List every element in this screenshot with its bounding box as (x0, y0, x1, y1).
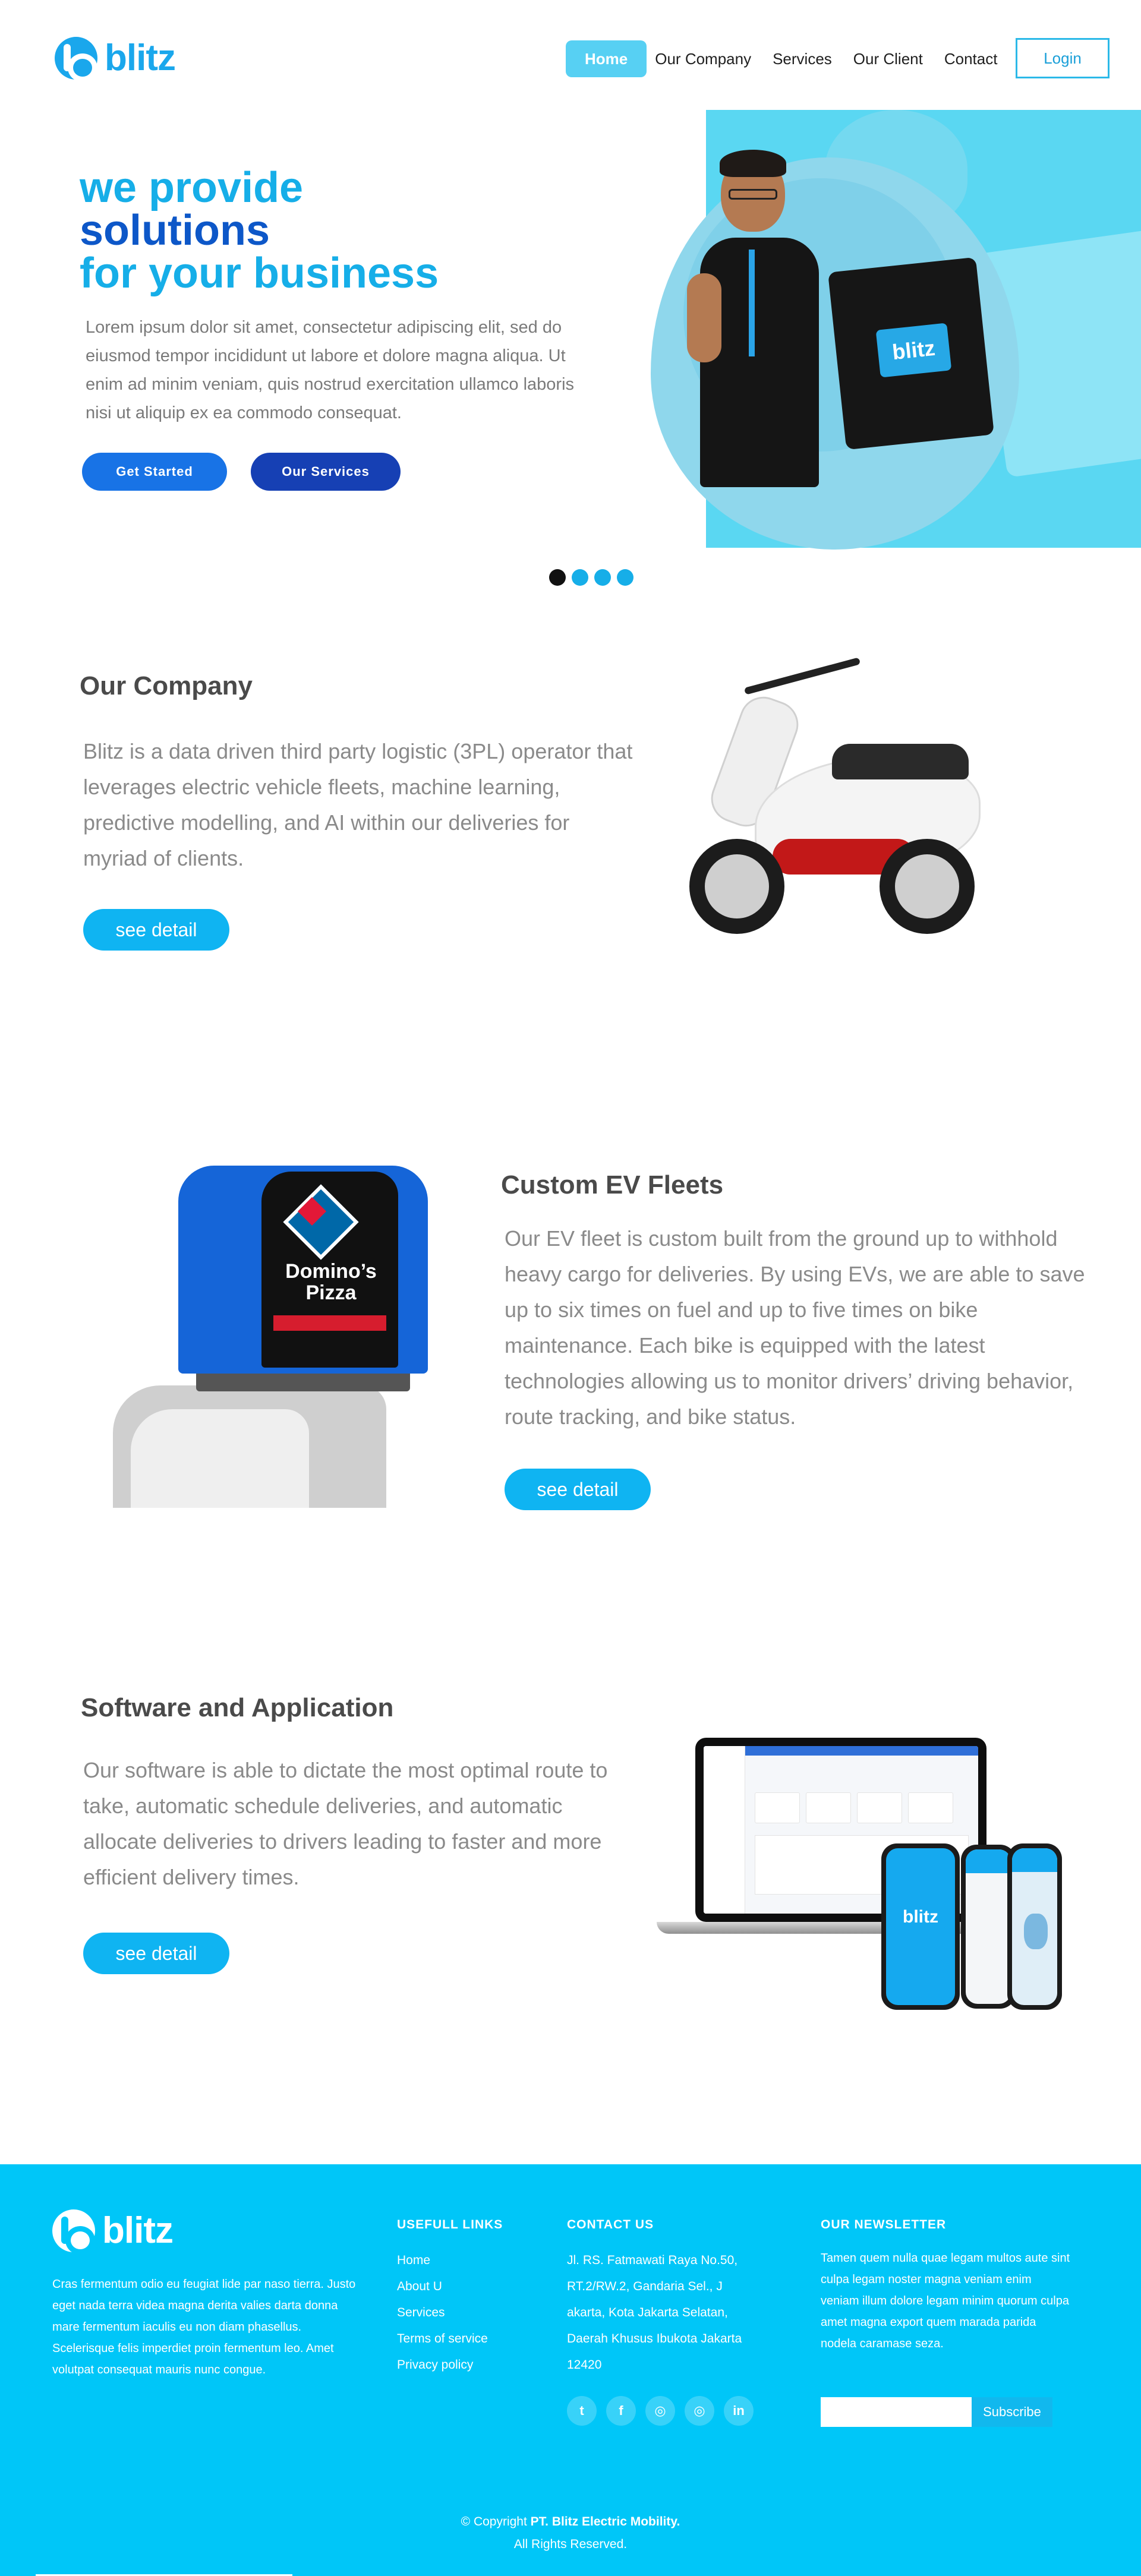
hero-courier-image: blitz (687, 149, 1009, 505)
hero-title-line-3: for your business (80, 250, 439, 297)
scooter-front-wheel (689, 839, 784, 934)
footer-copyright: © Copyright PT. Blitz Electric Mobility.… (0, 2511, 1141, 2556)
footer-social-links: t f ◎ ◎ in (567, 2396, 763, 2426)
company-title: Our Company (80, 671, 253, 700)
get-started-button[interactable]: Get Started (82, 453, 227, 491)
subscribe-button[interactable]: Subscribe (972, 2397, 1052, 2427)
hero-description: Lorem ipsum dolor sit amet, consectetur … (86, 318, 575, 422)
bag-logo: blitz (875, 323, 952, 378)
fleets-title: Custom EV Fleets (501, 1170, 724, 1199)
nav-our-company[interactable]: Our Company (655, 40, 751, 77)
phone-map-screen (1007, 1843, 1062, 2010)
blitz-logo-icon (52, 2209, 95, 2255)
delivery-bag: blitz (828, 257, 994, 450)
newsletter-email-input[interactable] (821, 2397, 972, 2427)
courier-shirt (700, 238, 819, 487)
nav-contact[interactable]: Contact (944, 40, 998, 77)
dashboard-sidebar (704, 1746, 745, 1914)
twitter-icon[interactable]: t (567, 2396, 597, 2426)
software-text: Our software is able to dictate the most… (83, 1758, 608, 1889)
footer-link-services[interactable]: Services (397, 2300, 488, 2326)
company-see-detail-button[interactable]: see detail (83, 909, 229, 951)
instagram-icon[interactable]: ◎ (685, 2396, 714, 2426)
carousel-dot-1[interactable] (549, 569, 566, 586)
box-brand: Domino’s Pizza (269, 1261, 393, 1303)
footer-logo[interactable]: blitz (52, 2209, 174, 2255)
electric-scooter-image (683, 657, 1004, 976)
box-brand-line-2: Pizza (305, 1281, 357, 1304)
hero-title-line-1: we provide (80, 164, 304, 211)
copyright-prefix: © Copyright (461, 2515, 531, 2528)
scooter-handlebar (743, 657, 861, 695)
footer-links-title: USEFULL LINKS (397, 2218, 503, 2231)
footer-newsletter-text: Tamen quem nulla quae legam multos aute … (821, 2252, 1070, 2350)
linkedin-icon[interactable]: in (724, 2396, 754, 2426)
scooter-panel (131, 1409, 309, 1508)
copyright-rights: All Rights Reserved. (513, 2537, 628, 2551)
software-see-detail-button[interactable]: see detail (83, 1933, 229, 1974)
copyright-company: PT. Blitz Electric Mobility (530, 2515, 677, 2528)
courier-lanyard (749, 250, 755, 356)
login-button[interactable]: Login (1016, 38, 1110, 78)
footer-link-home[interactable]: Home (397, 2247, 488, 2274)
box-red-strip (273, 1315, 386, 1331)
copyright-suffix: . (676, 2515, 680, 2528)
carousel-dot-4[interactable] (617, 569, 633, 586)
footer-link-terms[interactable]: Terms of service (397, 2326, 488, 2352)
phone-logo: blitz (903, 1907, 938, 1927)
facebook-icon[interactable]: f (606, 2396, 636, 2426)
brand-logo[interactable]: blitz (55, 37, 176, 82)
footer-links: Home About U Services Terms of service P… (397, 2247, 488, 2378)
courier-arm (687, 273, 721, 362)
instagram-icon[interactable]: ◎ (645, 2396, 675, 2426)
phone-app-header (966, 1849, 1011, 1873)
footer-about: Cras fermentum odio eu feugiat lide par … (52, 2278, 356, 2376)
main-nav: Home Our Company Services Our Client Con… (566, 40, 1019, 77)
carousel-dots (549, 569, 639, 586)
hero-title-line-2: solutions (80, 207, 270, 254)
scooter-rear-wheel (880, 839, 975, 934)
dashboard-card (908, 1792, 953, 1823)
company-text: Blitz is a data driven third party logis… (83, 739, 633, 870)
footer-link-privacy[interactable]: Privacy policy (397, 2352, 488, 2378)
delivery-box-scooter-image: Domino’s Pizza (113, 1160, 428, 1508)
phone-map-header (1012, 1848, 1057, 1872)
our-services-button[interactable]: Our Services (251, 453, 401, 491)
hero-title: we provide solutions for your business (80, 166, 439, 295)
box-brand-line-1: Domino’s (285, 1260, 377, 1283)
footer-contact-title: CONTACT US (567, 2218, 654, 2231)
scooter-seat (832, 744, 969, 779)
courier-glasses (729, 189, 777, 200)
footer-logo-text: blitz (102, 2210, 174, 2251)
nav-home[interactable]: Home (566, 40, 647, 77)
site-header: blitz Home Our Company Services Our Clie… (0, 0, 1141, 110)
footer-contact-address: Jl. RS. Fatmawati Raya No.50, RT.2/RW.2,… (567, 2253, 742, 2372)
nav-our-client[interactable]: Our Client (853, 40, 923, 77)
dashboard-card (806, 1792, 851, 1823)
fleets-text: Our EV fleet is custom built from the gr… (505, 1226, 1085, 1429)
fleets-see-detail-button[interactable]: see detail (505, 1469, 651, 1510)
blitz-logo-icon (55, 37, 97, 82)
software-title: Software and Application (81, 1693, 394, 1722)
software-devices-image: blitz (657, 1738, 1073, 2011)
nav-services[interactable]: Services (773, 40, 832, 77)
logo-text: blitz (105, 37, 176, 78)
footer-link-about[interactable]: About U (397, 2274, 488, 2300)
phone-map-route (1024, 1914, 1048, 1949)
dashboard-card (755, 1792, 800, 1823)
footer-newsletter-title: OUR NEWSLETTER (821, 2218, 947, 2231)
courier-hair (720, 150, 786, 177)
dashboard-card (857, 1792, 902, 1823)
site-footer: blitz Cras fermentum odio eu feugiat lid… (0, 2164, 1141, 2576)
carousel-dot-2[interactable] (572, 569, 588, 586)
carousel-dot-3[interactable] (594, 569, 611, 586)
phone-splash: blitz (881, 1843, 960, 2010)
